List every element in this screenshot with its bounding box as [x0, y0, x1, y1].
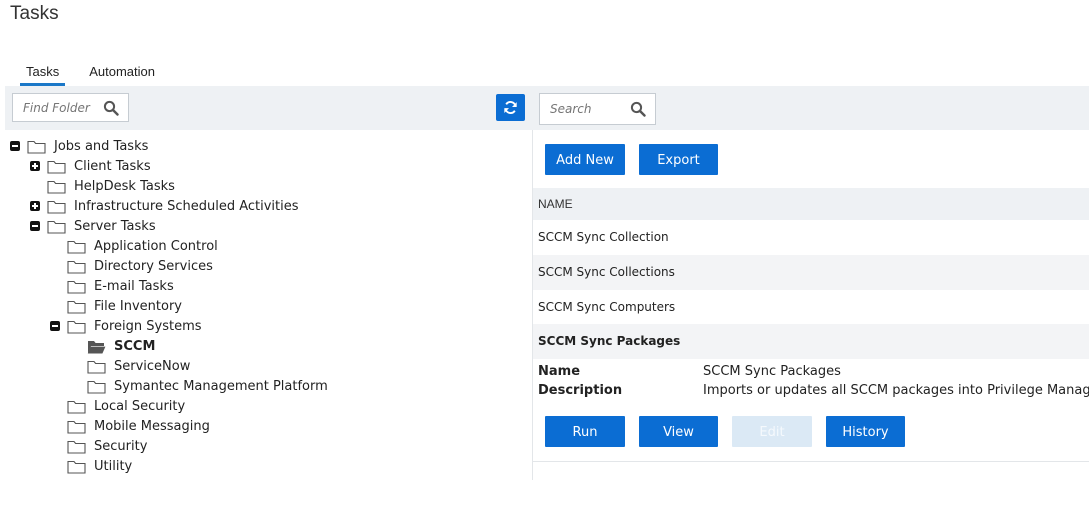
description-label: Description [538, 383, 623, 398]
run-button[interactable]: Run [545, 416, 625, 447]
search-input[interactable] [548, 101, 630, 117]
folder-icon [67, 320, 86, 334]
search-icon[interactable] [630, 101, 646, 117]
name-label: Name [538, 364, 581, 379]
folder-icon [67, 280, 86, 294]
folder-icon [67, 300, 86, 314]
folder-icon [67, 400, 86, 414]
tree-item-local-security[interactable]: Local Security [67, 396, 185, 416]
folder-icon [87, 360, 106, 374]
collapse-icon[interactable] [10, 141, 20, 151]
tree-item-symantec-management-platform[interactable]: Symantec Management Platform [87, 376, 328, 396]
folder-icon [67, 440, 86, 454]
tree-item-foreign-systems[interactable]: Foreign Systems [50, 316, 202, 336]
name-value: SCCM Sync Packages [703, 364, 841, 379]
expand-icon[interactable] [30, 161, 40, 171]
history-button[interactable]: History [826, 416, 905, 447]
tree-item-server-tasks[interactable]: Server Tasks [30, 216, 156, 236]
folder-icon [67, 420, 86, 434]
task-detail: Name SCCM Sync Packages Description Impo… [533, 358, 1089, 462]
edit-button: Edit [732, 416, 812, 447]
column-header-name[interactable]: NAME [538, 188, 573, 220]
folder-tree: Jobs and Tasks Client Tasks HelpDesk Tas… [5, 134, 532, 479]
tab-automation[interactable]: Automation [83, 60, 161, 84]
folder-icon [47, 160, 66, 174]
folder-icon [47, 200, 66, 214]
description-value: Imports or updates all SCCM packages int… [703, 383, 1089, 398]
grid-header: NAME [533, 188, 1089, 220]
tree-item-utility[interactable]: Utility [67, 456, 132, 476]
tab-tasks[interactable]: Tasks [20, 60, 66, 86]
folder-icon [67, 240, 86, 254]
tab-bar: Tasks Automation [20, 60, 179, 86]
tree-item-security[interactable]: Security [67, 436, 147, 456]
tree-item-mobile-messaging[interactable]: Mobile Messaging [67, 416, 210, 436]
refresh-icon [504, 101, 517, 114]
table-row[interactable]: SCCM Sync Collection [533, 220, 1089, 255]
table-row[interactable]: SCCM Sync Computers [533, 290, 1089, 325]
open-folder-icon [87, 340, 106, 353]
page-title: Tasks [10, 3, 59, 24]
tree-item-jobs-and-tasks[interactable]: Jobs and Tasks [10, 136, 148, 156]
folder-icon [47, 180, 66, 194]
tree-item-email-tasks[interactable]: E-mail Tasks [67, 276, 174, 296]
search-icon[interactable] [103, 100, 119, 116]
view-button[interactable]: View [639, 416, 718, 447]
refresh-button[interactable] [496, 94, 525, 121]
add-new-button[interactable]: Add New [545, 144, 625, 175]
expand-icon[interactable] [30, 201, 40, 211]
tree-item-client-tasks[interactable]: Client Tasks [30, 156, 151, 176]
search-field[interactable] [539, 93, 656, 125]
tree-item-file-inventory[interactable]: File Inventory [67, 296, 182, 316]
folder-icon [67, 260, 86, 274]
export-button[interactable]: Export [639, 144, 718, 175]
task-panel: Add New Export NAME SCCM Sync Collection… [533, 130, 1089, 465]
toolbar [5, 86, 1089, 130]
table-row-selected[interactable]: SCCM Sync Packages [533, 324, 1089, 359]
collapse-icon[interactable] [30, 221, 40, 231]
tree-item-sccm[interactable]: SCCM [87, 336, 155, 356]
find-folder-input[interactable] [21, 100, 103, 116]
tree-item-directory-services[interactable]: Directory Services [67, 256, 213, 276]
tree-item-application-control[interactable]: Application Control [67, 236, 218, 256]
tree-item-servicenow[interactable]: ServiceNow [87, 356, 190, 376]
tree-item-helpdesk-tasks[interactable]: HelpDesk Tasks [47, 176, 175, 196]
folder-icon [27, 140, 46, 154]
folder-icon [67, 460, 86, 474]
collapse-icon[interactable] [50, 321, 60, 331]
find-folder-field[interactable] [12, 93, 129, 122]
folder-icon [87, 380, 106, 394]
tree-item-infrastructure-scheduled-activities[interactable]: Infrastructure Scheduled Activities [30, 196, 299, 216]
folder-icon [47, 220, 66, 234]
table-row[interactable]: SCCM Sync Collections [533, 255, 1089, 290]
